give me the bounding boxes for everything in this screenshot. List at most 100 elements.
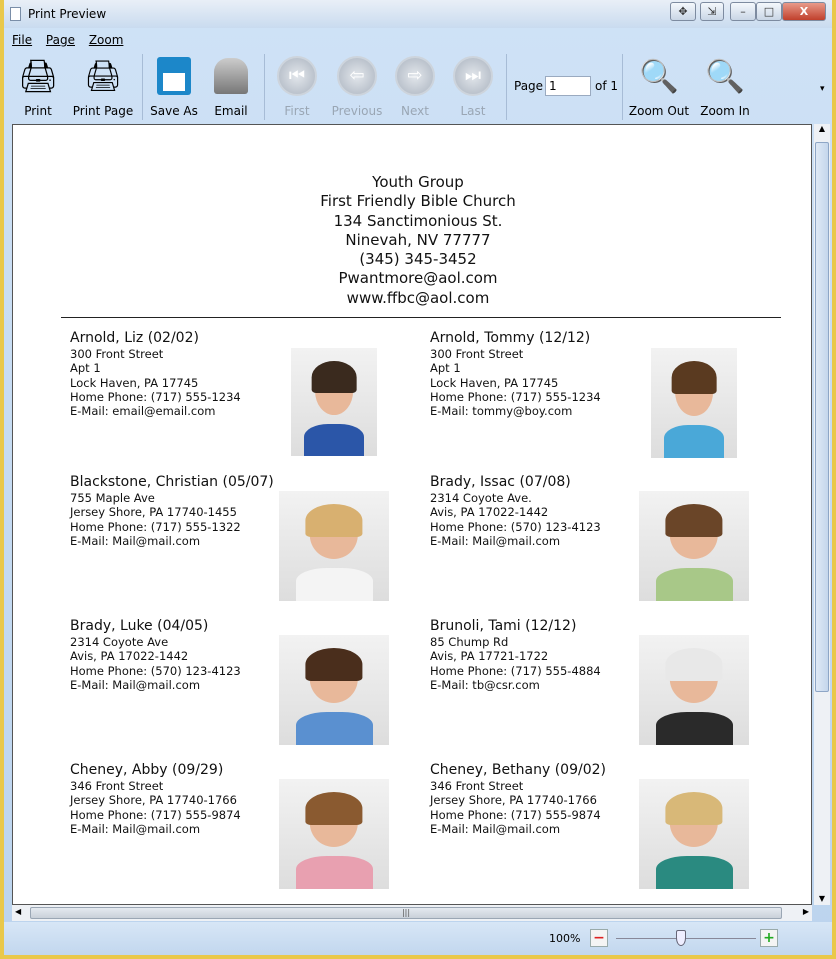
- first-label: First: [284, 104, 310, 118]
- last-icon: ⏭: [453, 56, 493, 96]
- header-line: Pwantmore@aol.com: [338, 269, 498, 288]
- email-button[interactable]: Email: [208, 52, 254, 118]
- contact-detail: Avis, PA 17022-1442: [70, 649, 189, 664]
- page-number-input[interactable]: 1: [545, 76, 591, 96]
- contact-detail: E-Mail: tb@csr.com: [430, 677, 540, 692]
- arrow-left-icon: ⇦: [337, 56, 377, 96]
- contact-detail: Jersey Shore, PA 17740-1455: [70, 505, 237, 520]
- arrow-right-icon: ⇨: [395, 56, 435, 96]
- save-as-button[interactable]: Save As: [150, 52, 198, 118]
- previous-label: Previous: [331, 104, 383, 118]
- zoom-out-button[interactable]: 🔍 Zoom Out: [628, 52, 690, 118]
- contact-name: Brunoli, Tami (12/12): [430, 618, 577, 634]
- document-icon: [10, 7, 21, 21]
- contact-photo: [279, 779, 389, 889]
- header-line: First Friendly Bible Church: [320, 192, 516, 211]
- horizontal-scroll-thumb[interactable]: |||: [30, 907, 782, 919]
- contact-entry: Arnold, Tommy (12/12) 300 Front Street Apt…: [430, 329, 601, 418]
- separator: [506, 54, 507, 120]
- first-icon: ⏮: [277, 56, 317, 96]
- contact-entry: Blackstone, Christian (05/07) 755 Maple A…: [70, 473, 274, 548]
- contact-name: Arnold, Tommy (12/12): [430, 330, 591, 346]
- scroll-left-icon[interactable]: ◀: [15, 907, 21, 916]
- contact-detail: Home Phone: (717) 555-9874: [70, 807, 241, 822]
- separator: [264, 54, 265, 120]
- contact-photo: [291, 348, 377, 456]
- toolbar: 🖨 Print 🖨 Print Page Save As Email ⏮ First …: [8, 52, 825, 122]
- contact-detail: 300 Front Street: [70, 347, 164, 361]
- contact-detail: Jersey Shore, PA 17740-1766: [430, 793, 597, 808]
- zoom-slider-thumb[interactable]: [676, 930, 686, 946]
- contact-name: Arnold, Liz (02/02): [70, 330, 199, 346]
- save-as-label: Save As: [150, 104, 198, 118]
- contact-photo: [639, 779, 749, 889]
- contact-detail: E-Mail: Mail@mail.com: [70, 677, 201, 692]
- restore-icon[interactable]: ⇲: [700, 2, 724, 21]
- separator: [622, 54, 623, 120]
- contact-entry: Brunoli, Tami (12/12) 85 Chump Rd Avis, PA…: [430, 617, 601, 692]
- page-count: of 1: [595, 79, 619, 93]
- menu-zoom[interactable]: Zoom: [89, 33, 124, 47]
- contact-photo: [279, 635, 389, 745]
- minimize-button[interactable]: –: [730, 2, 756, 21]
- menu-file[interactable]: File: [12, 33, 32, 47]
- contact-detail: Home Phone: (717) 555-1234: [70, 389, 241, 404]
- first-page-button[interactable]: ⏮ First: [274, 52, 320, 118]
- vertical-scrollbar[interactable]: ▲ ▼: [814, 124, 830, 905]
- scroll-up-icon[interactable]: ▲: [814, 124, 830, 133]
- contact-name: Brady, Issac (07/08): [430, 474, 571, 490]
- contact-entry: Cheney, Abby (09/29) 346 Front Street Jers…: [70, 761, 241, 836]
- print-page-icon: 🖨: [83, 58, 123, 94]
- contact-detail: 85 Chump Rd: [430, 635, 509, 649]
- print-page-label: Print Page: [72, 104, 134, 118]
- contact-detail: Home Phone: (717) 555-1234: [430, 389, 601, 404]
- contact-detail: 300 Front Street: [430, 347, 524, 361]
- move-icon[interactable]: ✥: [670, 2, 696, 21]
- preview-page: Youth Group First Friendly Bible Church …: [12, 124, 812, 905]
- divider: [61, 317, 781, 318]
- contact-photo: [279, 491, 389, 601]
- close-button[interactable]: X: [782, 2, 826, 21]
- print-label: Print: [24, 104, 52, 118]
- maximize-button[interactable]: □: [756, 2, 782, 21]
- contact-detail: 2314 Coyote Ave: [70, 635, 169, 649]
- zoom-out-label: Zoom Out: [628, 104, 690, 118]
- scroll-down-icon[interactable]: ▼: [814, 894, 830, 903]
- header-line: Ninevah, NV 77777: [345, 230, 491, 249]
- previous-page-button[interactable]: ⇦ Previous: [330, 52, 384, 118]
- contact-detail: E-Mail: Mail@mail.com: [430, 821, 561, 836]
- contact-detail: Lock Haven, PA 17745: [430, 375, 559, 390]
- printer-icon: 🖨: [17, 57, 59, 95]
- window-title: Print Preview: [28, 7, 107, 21]
- contact-entry: Brady, Issac (07/08) 2314 Coyote Ave. Avis…: [430, 473, 601, 548]
- print-button[interactable]: 🖨 Print: [12, 52, 64, 118]
- menu-page[interactable]: Page: [46, 33, 75, 47]
- horizontal-scrollbar[interactable]: ◀ ||| ▶: [12, 905, 812, 921]
- next-page-button[interactable]: ⇨ Next: [392, 52, 438, 118]
- last-label: Last: [460, 104, 486, 118]
- next-label: Next: [401, 104, 429, 118]
- zoom-increase-button[interactable]: +: [760, 929, 778, 947]
- last-page-button[interactable]: ⏭ Last: [450, 52, 496, 118]
- contact-detail: Avis, PA 17022-1442: [430, 505, 549, 520]
- scroll-right-icon[interactable]: ▶: [803, 907, 809, 916]
- contact-entry: Cheney, Bethany (09/02) 346 Front Street J…: [430, 761, 606, 836]
- header-line: 134 Sanctimonious St.: [333, 211, 503, 230]
- page-header: Youth Group First Friendly Bible Church …: [13, 173, 811, 308]
- zoom-in-button[interactable]: 🔍 Zoom In: [698, 52, 752, 118]
- zoom-in-icon: 🔍: [705, 57, 745, 95]
- contact-detail: E-Mail: email@email.com: [70, 404, 216, 419]
- zoom-slider-track[interactable]: [616, 938, 756, 939]
- email-label: Email: [214, 104, 248, 118]
- contact-detail: E-Mail: Mail@mail.com: [430, 533, 561, 548]
- vertical-scroll-thumb[interactable]: [815, 142, 829, 692]
- contact-photo: [639, 491, 749, 601]
- header-line: Youth Group: [372, 173, 464, 191]
- floppy-disk-icon: [152, 54, 196, 98]
- zoom-decrease-button[interactable]: −: [590, 929, 608, 947]
- contact-detail: Home Phone: (570) 123-4123: [70, 663, 241, 678]
- toolbar-overflow-icon[interactable]: ▾: [820, 84, 825, 94]
- contact-detail: E-Mail: Mail@mail.com: [70, 821, 201, 836]
- contact-name: Blackstone, Christian (05/07): [70, 474, 274, 490]
- print-page-button[interactable]: 🖨 Print Page: [72, 52, 134, 119]
